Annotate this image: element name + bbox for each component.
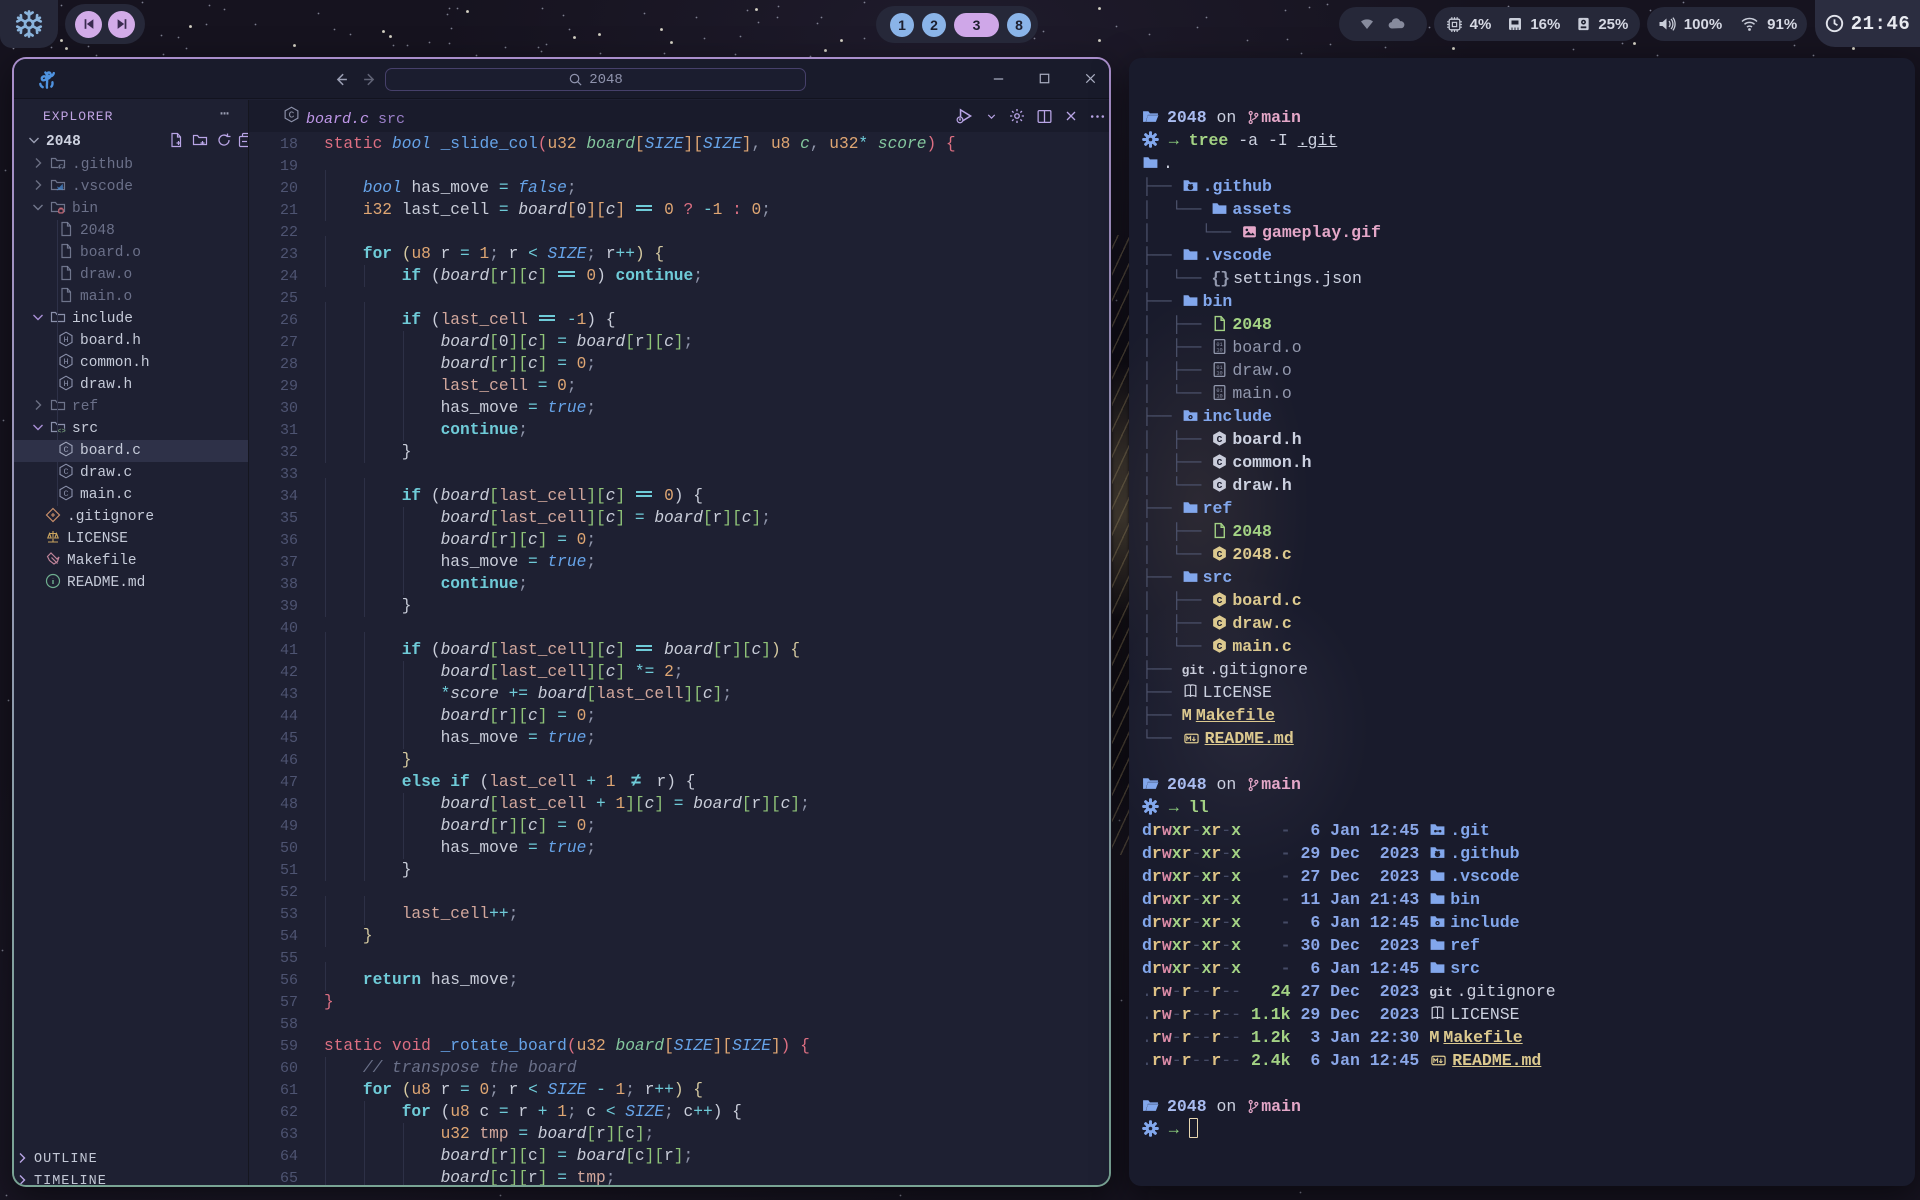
svg-text:<>: <>: [57, 428, 65, 435]
svg-text:H: H: [63, 357, 68, 367]
svg-text:10: 10: [1217, 393, 1223, 399]
svg-text:C: C: [63, 489, 68, 499]
svg-text:C: C: [63, 467, 68, 477]
svg-text:C: C: [1217, 595, 1223, 606]
svg-text:C: C: [1217, 549, 1223, 560]
svg-text:C: C: [63, 445, 68, 455]
svg-text:C: C: [289, 110, 295, 121]
svg-text:C: C: [1217, 618, 1223, 629]
svg-text:C: C: [1217, 457, 1223, 468]
svg-text:10: 10: [1217, 370, 1223, 376]
svg-text:C: C: [1217, 434, 1223, 445]
svg-text:H: H: [63, 379, 68, 389]
svg-text:10: 10: [1217, 347, 1223, 353]
svg-text:C: C: [1217, 480, 1223, 491]
svg-text:C: C: [1217, 641, 1223, 652]
svg-text:H: H: [63, 335, 68, 345]
